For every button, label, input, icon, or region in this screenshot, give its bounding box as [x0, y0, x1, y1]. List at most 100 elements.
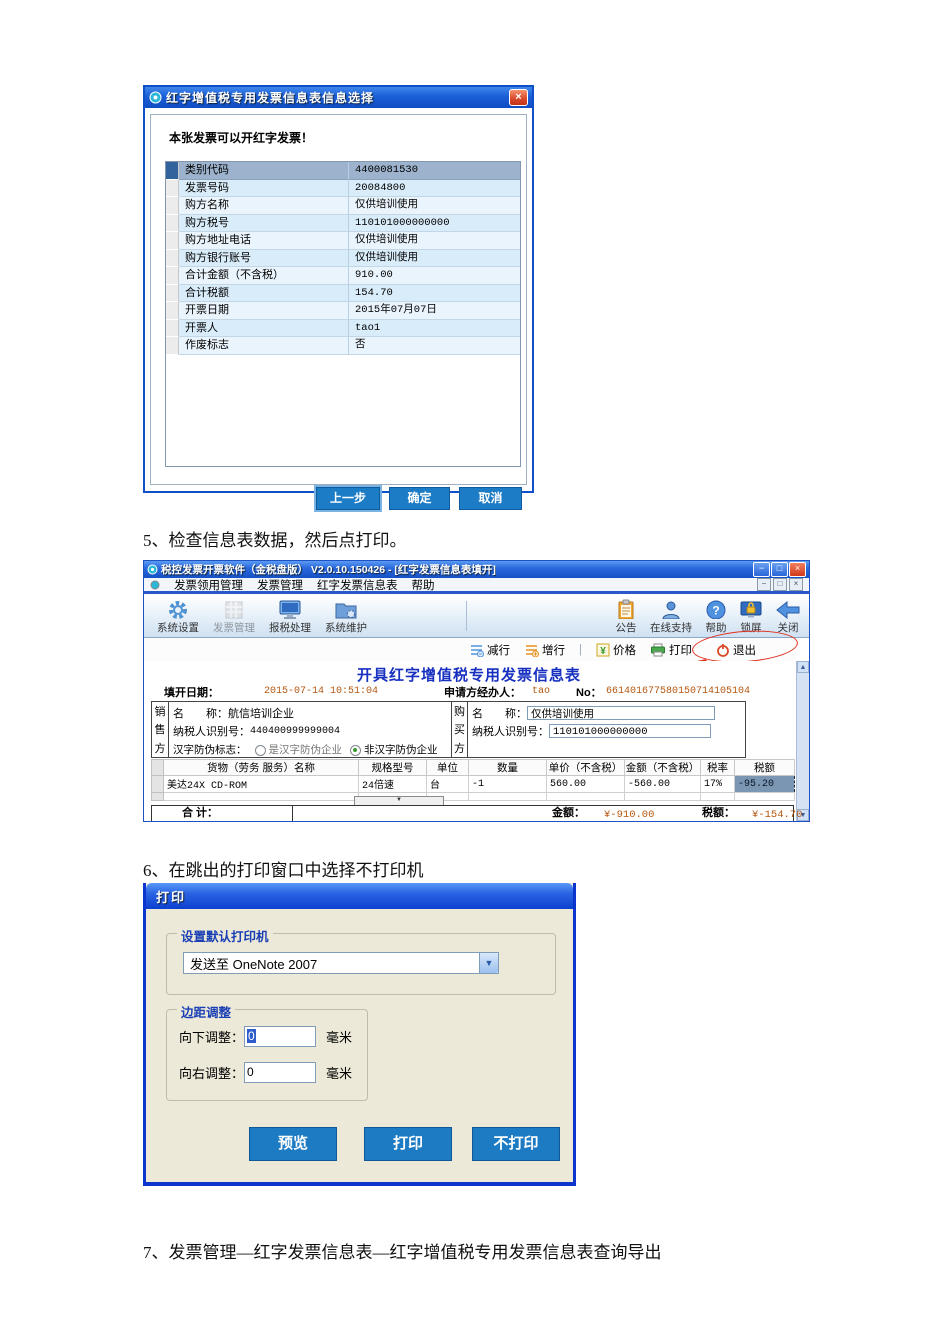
minimize-icon[interactable]: − — [753, 562, 770, 577]
step-5-text: 5、检查信息表数据，然后点打印。 — [143, 531, 407, 550]
party-info-box: 销 售 方 名 称： 航信培训企业 纳税人识别号： 44040099999900… — [151, 701, 746, 758]
action-label: 增行 — [542, 644, 565, 657]
cancel-button[interactable]: 取消 — [459, 487, 522, 510]
menu-invoice-manage[interactable]: 发票管理 — [257, 577, 303, 593]
mdi-minimize-icon[interactable]: − — [757, 578, 771, 591]
table-row[interactable]: 类别代码 4400081530 — [166, 162, 520, 180]
toolbar-system-maintenance[interactable]: 系统维护 — [319, 599, 373, 635]
ok-button[interactable]: 确定 — [389, 487, 450, 510]
table-row[interactable]: 购方银行账号 仅供培训使用 — [166, 249, 520, 267]
add-row-button[interactable]: 增行 — [524, 642, 565, 658]
combo-arrow-icon[interactable]: ▼ — [479, 953, 498, 973]
invoice-info-table: 类别代码 4400081530 发票号码 20084800 购方名称 仅供培训使用 购… — [165, 161, 521, 467]
row-gutter — [166, 267, 179, 285]
vertical-scrollbar[interactable]: ▲ ▼ — [796, 661, 809, 821]
price-button[interactable]: ¥ 价格 — [596, 642, 636, 658]
buyer-tax-input[interactable]: 110101000000000 — [549, 724, 711, 738]
table-row[interactable]: 购方地址电话 仅供培训使用 — [166, 232, 520, 250]
close-icon[interactable]: × — [789, 562, 806, 577]
buyer-name-input[interactable]: 仅供培训使用 — [527, 706, 715, 720]
menu-help[interactable]: 帮助 — [412, 577, 435, 593]
preview-button[interactable]: 预览 — [249, 1127, 337, 1161]
row-gutter — [166, 179, 179, 197]
exit-button[interactable]: 退出 — [716, 642, 756, 658]
table-row[interactable]: 开票日期 2015年07月07日 — [166, 302, 520, 320]
buyer-char: 方 — [454, 742, 465, 755]
dialog-titlebar[interactable]: 红字增值税专用发票信息表信息选择 × — [145, 87, 532, 108]
table-row[interactable]: 购方税号 110101000000000 — [166, 214, 520, 232]
cell-unit[interactable]: 台 — [426, 775, 469, 793]
table-row[interactable]: 作废标志否 — [166, 337, 520, 355]
margin-down-input[interactable]: 0 — [244, 1026, 317, 1047]
toolbar-tax-filing[interactable]: 报税处理 — [263, 599, 317, 635]
form-title: 开具红字增值税专用发票信息表 — [356, 667, 581, 684]
cell-spec[interactable]: 24倍速 — [358, 775, 427, 793]
toolbar-label: 系统维护 — [325, 622, 367, 634]
cell-quantity[interactable]: -1 — [468, 775, 547, 793]
menu-invoice-receive[interactable]: 发票领用管理 — [174, 577, 243, 593]
empty-cell — [163, 792, 359, 801]
action-label: 退出 — [733, 644, 756, 657]
prev-step-button[interactable]: 上一步 — [316, 487, 380, 510]
person-icon — [662, 601, 680, 619]
totals-label: 合 计： — [182, 807, 219, 819]
table-row[interactable]: 开票人 tao1 — [166, 319, 520, 337]
step-6-text: 6、在跳出的打印窗口中选择不打印机 — [143, 861, 424, 880]
folder-gear-icon — [335, 603, 357, 619]
cell-goods-name[interactable]: 美达24X CD-ROM — [163, 775, 359, 793]
toolbar-announcement[interactable]: 公告 — [609, 599, 643, 635]
toolbar-close-app[interactable]: 关闭 — [770, 599, 806, 635]
table-row[interactable]: 发票号码 20084800 — [166, 179, 520, 197]
toolbar-online-support[interactable]: 在线支持 — [645, 599, 697, 635]
mdi-close-icon[interactable]: × — [789, 578, 803, 591]
print-confirm-button[interactable]: 打印 — [364, 1127, 452, 1161]
close-icon[interactable]: × — [509, 89, 528, 106]
mdi-restore-icon[interactable]: □ — [773, 578, 787, 591]
agent-label: 申请方经办人： — [444, 687, 521, 699]
toolbar-label: 报税处理 — [269, 622, 311, 634]
table-row[interactable]: 合计金额（不含税） 910.00 — [166, 267, 520, 285]
radio-hanzi-yes[interactable] — [254, 744, 266, 756]
toolbar-help[interactable]: ? 帮助 — [700, 599, 732, 635]
cell-tax-rate[interactable]: 17% — [700, 775, 735, 793]
remove-row-icon — [471, 644, 484, 657]
margin-down-label: 向下调整： — [179, 1030, 245, 1045]
step-7-text: 7、发票管理—红字发票信息表—红字增值税专用发票信息表查询导出 — [143, 1243, 662, 1262]
cell-amount[interactable]: -560.00 — [624, 775, 701, 793]
printer-combobox[interactable]: 发送至 OneNote 2007 ▼ — [183, 952, 499, 974]
menu-red-invoice-info[interactable]: 红字发票信息表 — [317, 577, 398, 593]
scroll-up-icon[interactable]: ▲ — [797, 661, 809, 673]
table-row[interactable]: 购方名称 仅供培训使用 — [166, 197, 520, 215]
row-gutter — [151, 775, 164, 793]
row-gutter — [166, 232, 179, 250]
total-tax-label: 税额： — [702, 807, 735, 819]
radio-hanzi-no[interactable] — [350, 744, 361, 756]
totals-divider — [292, 806, 293, 821]
no-print-button[interactable]: 不打印 — [472, 1127, 560, 1161]
dialog-title: 红字增值税专用发票信息表信息选择 — [166, 91, 375, 105]
cell-unit-price[interactable]: 560.00 — [546, 775, 625, 793]
buyer-name-label: 名 称： — [472, 708, 527, 720]
row-value: 仅供培训使用 — [349, 249, 520, 267]
action-label: 价格 — [613, 644, 636, 657]
margin-right-label: 向右调整： — [179, 1066, 245, 1081]
mdi-controls: − □ × — [757, 578, 803, 591]
seller-side-label: 销 售 方 — [152, 702, 169, 757]
toolbar-system-settings[interactable]: 系统设置 — [151, 599, 205, 635]
maximize-icon[interactable]: □ — [771, 562, 788, 577]
toolbar-label: 在线支持 — [650, 622, 692, 634]
print-dialog-titlebar[interactable]: 打印 — [146, 883, 573, 909]
row-label: 开票日期 — [179, 302, 349, 320]
row-gutter — [166, 197, 179, 215]
printer-selected-value: 发送至 OneNote 2007 — [190, 956, 318, 972]
seller-char: 售 — [154, 724, 166, 737]
toolbar-invoice-manage[interactable]: 发票管理 — [207, 599, 261, 635]
remove-row-button[interactable]: 减行 — [469, 642, 510, 658]
toolbar-lock-screen[interactable]: 锁屏 — [734, 599, 768, 635]
window-titlebar[interactable]: 税控发票开票软件（金税盘版） V2.0.10.150426 - [红字发票信息表… — [144, 561, 809, 578]
margin-right-input[interactable]: 0 — [244, 1062, 317, 1083]
add-row-icon — [526, 644, 539, 657]
cell-tax-selected[interactable]: -95.20 — [734, 775, 795, 793]
table-row[interactable]: 合计税额 154.70 — [166, 284, 520, 302]
seller-tax-value: 440400999999004 — [250, 725, 341, 737]
